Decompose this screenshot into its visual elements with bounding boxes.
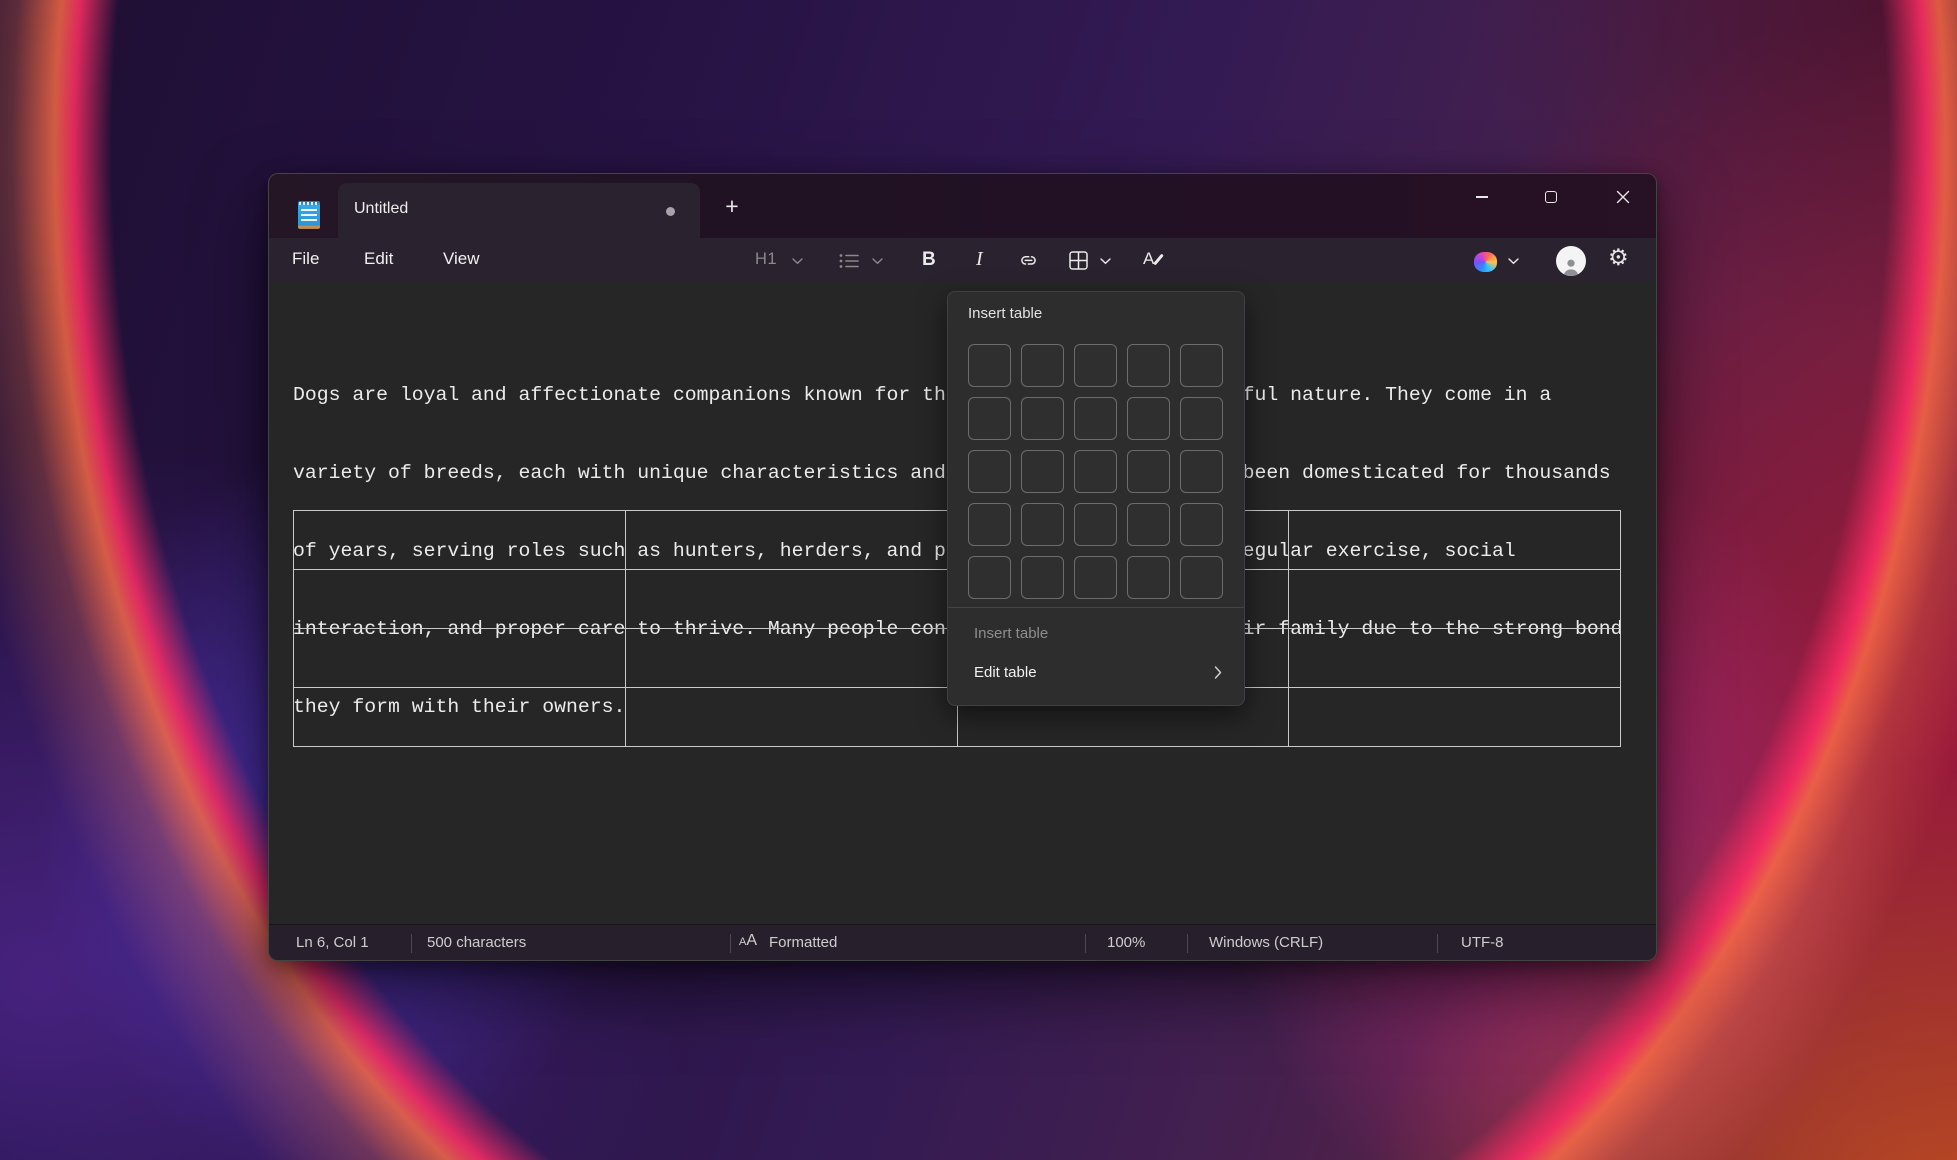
heading-chevron-down-icon[interactable] xyxy=(792,258,803,265)
new-tab-button[interactable]: + xyxy=(716,190,748,222)
table-size-cell[interactable] xyxy=(968,503,1011,546)
italic-button[interactable]: I xyxy=(976,248,983,271)
link-button[interactable] xyxy=(1018,251,1039,270)
cursor-position: Ln 6, Col 1 xyxy=(296,934,369,951)
unsaved-indicator-dot xyxy=(666,207,675,216)
table-cell[interactable] xyxy=(1289,629,1621,688)
table-size-cell[interactable] xyxy=(1127,344,1170,387)
table-cell[interactable] xyxy=(294,629,626,688)
table-size-cell[interactable] xyxy=(1127,556,1170,599)
account-avatar[interactable] xyxy=(1556,246,1586,276)
edit-table-label: Edit table xyxy=(974,664,1037,681)
formatted-aa-icon: AA xyxy=(739,932,757,950)
table-cell[interactable] xyxy=(626,688,958,747)
statusbar-divider xyxy=(1187,934,1188,953)
table-size-cell[interactable] xyxy=(1074,503,1117,546)
insert-table-grid xyxy=(968,344,1223,599)
table-size-cell[interactable] xyxy=(1180,556,1223,599)
table-size-cell[interactable] xyxy=(1180,503,1223,546)
tab-title: Untitled xyxy=(354,200,408,218)
copilot-icon[interactable] xyxy=(1474,252,1497,272)
table-cell[interactable] xyxy=(1289,570,1621,629)
statusbar: Ln 6, Col 1 500 characters AA Formatted … xyxy=(269,924,1656,961)
tab-untitled[interactable]: Untitled xyxy=(338,183,700,238)
table-size-cell[interactable] xyxy=(968,556,1011,599)
heading-style-button[interactable]: H1 xyxy=(755,250,777,269)
insert-table-label: Insert table xyxy=(974,625,1048,642)
statusbar-divider xyxy=(1085,934,1086,953)
table-size-cell[interactable] xyxy=(1180,397,1223,440)
table-size-cell[interactable] xyxy=(968,344,1011,387)
menu-file[interactable]: File xyxy=(292,249,319,269)
copilot-chevron-down-icon[interactable] xyxy=(1508,258,1519,265)
menu-edit[interactable]: Edit xyxy=(364,249,393,269)
table-size-cell[interactable] xyxy=(1127,397,1170,440)
list-button[interactable] xyxy=(839,253,859,269)
minimize-icon xyxy=(1476,196,1488,198)
table-size-cell[interactable] xyxy=(1021,503,1064,546)
table-size-cell[interactable] xyxy=(1074,450,1117,493)
zoom-level[interactable]: 100% xyxy=(1107,934,1145,951)
clear-formatting-letter: A xyxy=(1143,249,1154,268)
format-mode[interactable]: Formatted xyxy=(769,934,837,951)
dropdown-separator xyxy=(948,607,1244,608)
clear-formatting-button[interactable]: A xyxy=(1143,249,1154,269)
settings-gear-icon[interactable]: ⚙ xyxy=(1608,245,1629,271)
line-ending[interactable]: Windows (CRLF) xyxy=(1209,934,1323,951)
character-count: 500 characters xyxy=(427,934,526,951)
close-button[interactable] xyxy=(1599,180,1647,214)
table-cell[interactable] xyxy=(626,570,958,629)
dropdown-header: Insert table xyxy=(968,305,1042,322)
person-icon xyxy=(1560,257,1582,276)
table-cell[interactable] xyxy=(294,688,626,747)
table-button[interactable] xyxy=(1069,251,1088,270)
menu-item-edit-table[interactable]: Edit table xyxy=(948,654,1244,690)
menu-view[interactable]: View xyxy=(443,249,480,269)
bold-button[interactable]: B xyxy=(922,249,936,271)
maximize-icon xyxy=(1545,191,1557,203)
toolbar: File Edit View H1 B I xyxy=(269,238,1656,282)
clear-formatting-pencil-icon xyxy=(1153,254,1164,266)
table-cell[interactable] xyxy=(294,570,626,629)
table-size-cell[interactable] xyxy=(1127,450,1170,493)
menu-item-insert-table[interactable]: Insert table xyxy=(948,616,1244,650)
table-cell[interactable] xyxy=(1289,511,1621,570)
notepad-window: Untitled + File Edit View H1 B I xyxy=(268,173,1657,961)
table-size-cell[interactable] xyxy=(1127,503,1170,546)
statusbar-divider xyxy=(730,934,731,953)
table-cell[interactable] xyxy=(294,511,626,570)
table-size-cell[interactable] xyxy=(1021,344,1064,387)
chevron-right-icon xyxy=(1214,666,1222,679)
table-size-cell[interactable] xyxy=(1021,556,1064,599)
notepad-app-icon xyxy=(298,201,320,229)
statusbar-divider xyxy=(1437,934,1438,953)
table-size-cell[interactable] xyxy=(968,450,1011,493)
minimize-button[interactable] xyxy=(1458,180,1506,214)
close-icon xyxy=(1616,190,1630,204)
maximize-button[interactable] xyxy=(1527,180,1575,214)
table-cell[interactable] xyxy=(626,629,958,688)
list-chevron-down-icon[interactable] xyxy=(872,258,883,265)
table-cell[interactable] xyxy=(1289,688,1621,747)
table-size-cell[interactable] xyxy=(1074,556,1117,599)
statusbar-divider xyxy=(411,934,412,953)
table-size-cell[interactable] xyxy=(1074,397,1117,440)
table-size-cell[interactable] xyxy=(968,397,1011,440)
encoding[interactable]: UTF-8 xyxy=(1461,934,1504,951)
table-size-cell[interactable] xyxy=(1074,344,1117,387)
table-size-cell[interactable] xyxy=(1180,450,1223,493)
titlebar: Untitled + xyxy=(269,174,1656,238)
table-chevron-down-icon[interactable] xyxy=(1100,258,1111,265)
table-size-cell[interactable] xyxy=(1180,344,1223,387)
table-cell[interactable] xyxy=(626,511,958,570)
table-size-cell[interactable] xyxy=(1021,397,1064,440)
table-size-cell[interactable] xyxy=(1021,450,1064,493)
insert-table-dropdown: Insert table Insert table Edit table xyxy=(947,291,1245,706)
